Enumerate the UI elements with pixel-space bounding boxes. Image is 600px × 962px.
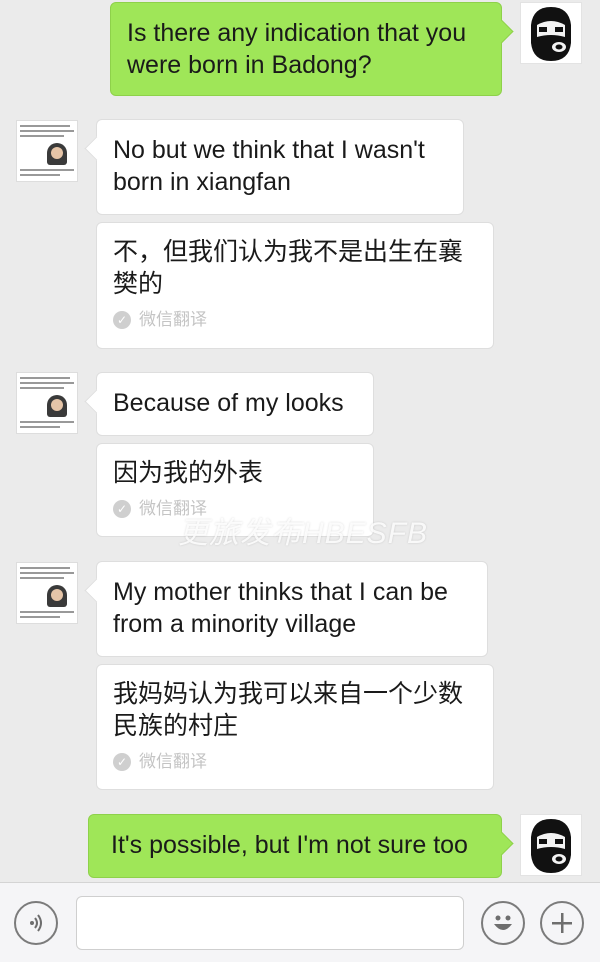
translation-tag: ✓ 微信翻译 (113, 310, 477, 330)
message-text: My mother thinks that I can be from a mi… (113, 578, 448, 638)
message-text: Because of my looks (113, 389, 344, 417)
translation-bubble[interactable]: 我妈妈认为我可以来自一个少数民族的村庄 ✓ 微信翻译 (96, 664, 494, 790)
check-icon: ✓ (113, 753, 131, 771)
translation-text: 不，但我们认为我不是出生在襄樊的 (113, 238, 464, 298)
bearded-man-icon (531, 7, 571, 61)
message-text: No but we think that I wasn't born in xi… (113, 136, 425, 196)
watermark: 更旅发布HBESFB (178, 517, 429, 550)
more-button[interactable] (540, 901, 584, 945)
incoming-message[interactable]: My mother thinks that I can be from a mi… (96, 561, 488, 657)
check-icon: ✓ (113, 311, 131, 329)
my-avatar[interactable] (520, 2, 582, 64)
plus-icon (552, 913, 572, 933)
contact-avatar[interactable] (16, 120, 78, 182)
input-bar (0, 882, 600, 962)
my-avatar[interactable] (520, 814, 582, 876)
contact-avatar[interactable] (16, 372, 78, 434)
translation-text: 我妈妈认为我可以来自一个少数民族的村庄 (113, 680, 464, 740)
outgoing-message[interactable]: It's possible, but I'm not sure too (88, 814, 502, 878)
chat-area: Is there any indication that you were bo… (0, 0, 600, 882)
outgoing-message[interactable]: Is there any indication that you were bo… (110, 2, 502, 96)
voice-button[interactable] (14, 901, 58, 945)
check-icon: ✓ (113, 500, 131, 518)
message-input[interactable] (76, 896, 464, 950)
translation-bubble[interactable]: 不，但我们认为我不是出生在襄樊的 ✓ 微信翻译 (96, 222, 494, 349)
bearded-man-icon (531, 819, 571, 873)
translation-text: 因为我的外表 (113, 459, 264, 487)
incoming-message[interactable]: Because of my looks (96, 372, 374, 436)
smiley-icon (494, 915, 512, 930)
emoji-button[interactable] (481, 901, 525, 945)
message-text: It's possible, but I'm not sure too (111, 831, 468, 859)
incoming-message[interactable]: No but we think that I wasn't born in xi… (96, 119, 464, 215)
message-text: Is there any indication that you were bo… (127, 19, 467, 79)
contact-avatar[interactable] (16, 562, 78, 624)
voice-icon (30, 914, 42, 932)
translation-tag: ✓ 微信翻译 (113, 752, 477, 772)
